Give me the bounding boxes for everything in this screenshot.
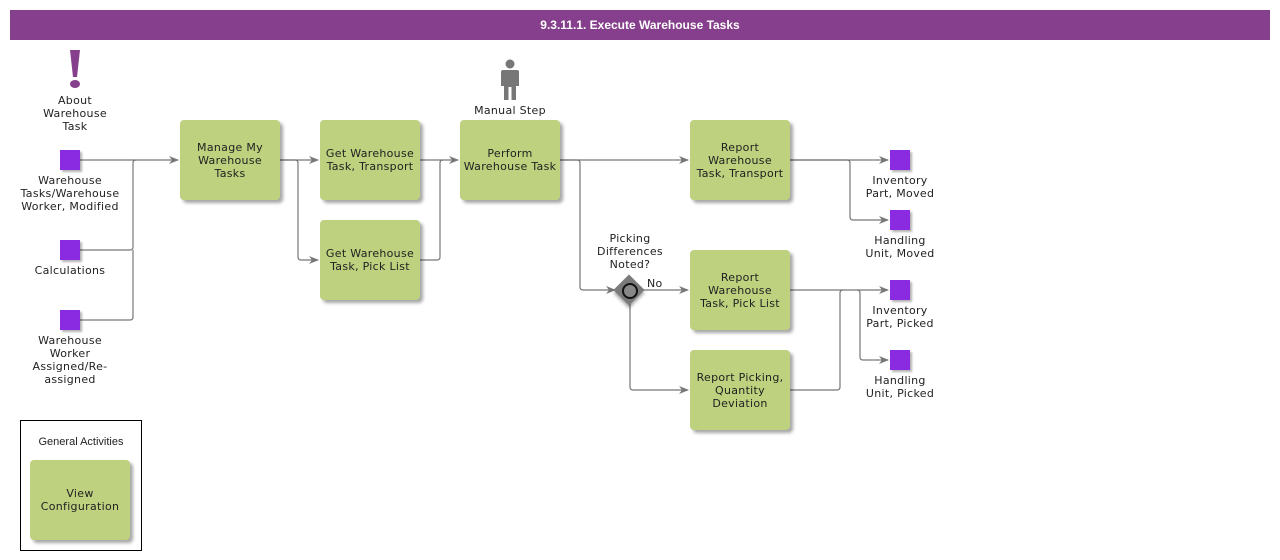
- connector-get-picklist-perform: [420, 159, 444, 261]
- gateway-question: Picking Differences Noted?: [597, 232, 663, 271]
- gateway-no-label: No: [647, 277, 663, 290]
- output-event-label: Inventory Part, Moved: [865, 174, 935, 200]
- exclamation-icon: [70, 50, 80, 88]
- about-label: About Warehouse Task: [43, 94, 107, 133]
- task-report-picking-quantity-deviation[interactable]: Report Picking, Quantity Deviation: [690, 350, 790, 430]
- input-event-tasks-modified[interactable]: [60, 150, 80, 170]
- output-event-inventory-part-moved[interactable]: [890, 150, 910, 170]
- task-label: Manage My Warehouse Tasks: [197, 140, 263, 180]
- task-label: Get Warehouse Task, Pick List: [325, 247, 415, 273]
- output-event-handling-unit-picked[interactable]: [890, 350, 910, 370]
- task-get-warehouse-task-pick-list[interactable]: Get Warehouse Task, Pick List: [320, 220, 420, 300]
- task-label: Report Warehouse Task, Pick List: [700, 270, 780, 310]
- task-report-warehouse-task-pick-list[interactable]: Report Warehouse Task, Pick List: [690, 250, 790, 330]
- connectors: [80, 156, 889, 394]
- task-get-warehouse-task-transport[interactable]: Get Warehouse Task, Transport: [320, 120, 420, 200]
- task-report-warehouse-task-transport[interactable]: Report Warehouse Task, Transport: [690, 120, 790, 200]
- output-event-label: Inventory Part, Picked: [866, 304, 934, 330]
- task-manage-my-warehouse-tasks[interactable]: Manage My Warehouse Tasks: [180, 120, 280, 200]
- gateway-circle-icon: [622, 283, 638, 299]
- output-event-handling-unit-moved[interactable]: [890, 210, 910, 230]
- connector-report-deviation-merge: [790, 289, 844, 391]
- task-label: View Configuration: [40, 487, 120, 513]
- connector-gateway-report-deviation: [629, 302, 689, 394]
- output-event-label: Handling Unit, Picked: [865, 374, 935, 400]
- task-label: Report Warehouse Task, Transport: [696, 140, 784, 180]
- task-label: Report Picking, Quantity Deviation: [696, 370, 784, 410]
- input-event-label: Warehouse Tasks/Warehouse Worker, Modifi…: [20, 174, 120, 213]
- general-activities-title: General Activities: [38, 436, 124, 448]
- input-event-label: Calculations: [34, 264, 106, 277]
- connector-manage-get-picklist: [280, 159, 319, 264]
- task-label: Perform Warehouse Task: [463, 147, 557, 173]
- output-event-inventory-part-picked[interactable]: [890, 280, 910, 300]
- task-perform-warehouse-task[interactable]: Perform Warehouse Task: [460, 120, 560, 200]
- connector-input-3: [80, 250, 134, 321]
- input-event-calculations[interactable]: [60, 240, 80, 260]
- manual-step-label: Manual Step: [474, 104, 546, 117]
- input-event-label: Warehouse Worker Assigned/Re- assigned: [32, 334, 108, 386]
- task-view-configuration[interactable]: View Configuration: [30, 460, 130, 540]
- output-event-label: Handling Unit, Moved: [865, 234, 935, 260]
- task-label: Get Warehouse Task, Transport: [325, 147, 415, 173]
- person-icon: [501, 59, 519, 100]
- input-event-worker-assigned[interactable]: [60, 310, 80, 330]
